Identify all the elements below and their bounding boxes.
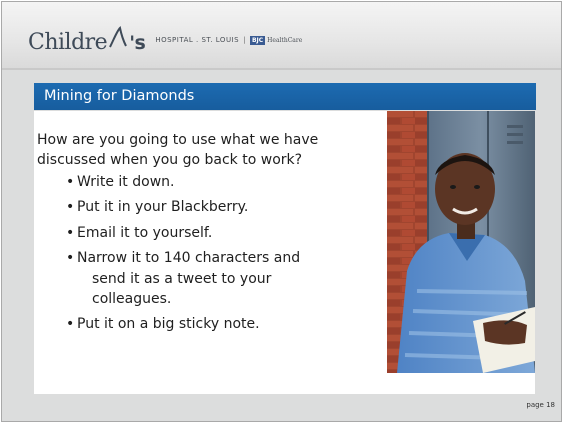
slide-title: Mining for Diamonds — [34, 83, 536, 110]
bullet-dot: • — [66, 224, 75, 241]
logo-word-right: 's — [129, 32, 146, 54]
list-item: • Narrow it to 140 characters and send i… — [37, 248, 386, 309]
bullet-list: • Write it down. • Put it in your Blackb… — [37, 172, 386, 335]
question: How are you going to use what we have di… — [37, 130, 386, 170]
logo-word: Childre 's — [28, 25, 146, 55]
logo-swoosh-icon — [109, 25, 128, 48]
question-line-1: How are you going to use what we have — [37, 132, 319, 148]
list-item: • Put it on a big sticky note. — [37, 314, 386, 334]
hospital-logo: Childre 's HOSPITAL . ST. LOUIS | BJC He… — [28, 25, 302, 55]
bullet-dot: • — [66, 250, 75, 267]
logo-word-left: Childre — [28, 30, 108, 55]
logo-sub: HOSPITAL . ST. LOUIS | BJC HealthCare — [155, 35, 303, 45]
logo-sub-separator: | — [243, 36, 246, 44]
bullet-dot: • — [66, 174, 75, 190]
header-rule — [2, 68, 561, 70]
page-number: page 18 — [526, 401, 555, 409]
bullet-text-continued: colleagues. — [92, 291, 172, 308]
student-photo — [387, 111, 535, 373]
bullet-dot: • — [66, 316, 75, 333]
question-line-2: discussed when you go back to work? — [37, 152, 303, 168]
slide-text: How are you going to use what we have di… — [34, 111, 386, 394]
bullet-text: Put it on a big sticky note. — [77, 316, 260, 333]
list-item: • Put it in your Blackberry. — [37, 197, 386, 217]
healthcare-wordmark: HealthCare — [267, 36, 303, 44]
slide: Childre 's HOSPITAL . ST. LOUIS | BJC He… — [1, 1, 562, 422]
bullet-text: Put it in your Blackberry. — [77, 199, 249, 216]
list-item: • Email it to yourself. — [37, 223, 386, 243]
bullet-text: Write it down. — [77, 174, 175, 190]
bjc-badge: BJC — [249, 35, 266, 45]
bullet-text-continued: send it as a tweet to your — [92, 270, 272, 287]
bullet-dot: • — [66, 199, 75, 216]
content-box: How are you going to use what we have di… — [34, 111, 535, 394]
bullet-text: Email it to yourself. — [77, 224, 213, 241]
bullet-text: Narrow it to 140 characters and — [77, 250, 301, 267]
logo-sub-left: HOSPITAL . ST. LOUIS — [155, 36, 240, 44]
list-item: • Write it down. — [37, 172, 386, 192]
